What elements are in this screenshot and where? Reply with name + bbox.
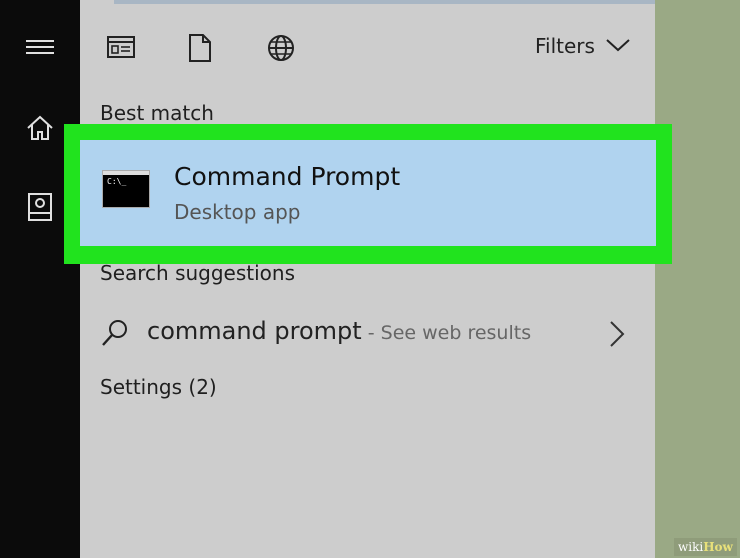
result-title: Command Prompt (174, 162, 401, 191)
web-suggestion-item[interactable]: command prompt - See web results (100, 312, 640, 356)
apps-icon[interactable] (186, 33, 214, 67)
search-icon (100, 318, 130, 352)
chevron-right-icon[interactable] (608, 320, 626, 352)
filters-dropdown[interactable]: Filters (535, 34, 631, 58)
web-icon[interactable] (266, 33, 296, 67)
search-suggestions-heading: Search suggestions (100, 261, 296, 285)
result-subtitle: Desktop app (174, 200, 301, 224)
best-match-heading: Best match (100, 101, 214, 125)
filters-label: Filters (535, 34, 595, 58)
user-documents-icon[interactable] (20, 191, 60, 227)
search-box-edge (114, 0, 655, 4)
command-prompt-icon: C:\_ (102, 170, 150, 208)
chevron-down-icon (605, 34, 631, 58)
start-rail (0, 0, 80, 558)
home-icon[interactable] (20, 113, 60, 147)
best-match-result[interactable] (80, 140, 656, 246)
hamburger-menu-icon[interactable] (20, 34, 60, 64)
suggestion-query: command prompt (147, 317, 362, 345)
documents-icon[interactable] (106, 33, 136, 65)
web-results-hint: - See web results (361, 322, 532, 344)
wikihow-watermark: wikiHow (674, 538, 737, 556)
desktop-background (655, 0, 740, 558)
settings-heading[interactable]: Settings (2) (100, 375, 217, 399)
